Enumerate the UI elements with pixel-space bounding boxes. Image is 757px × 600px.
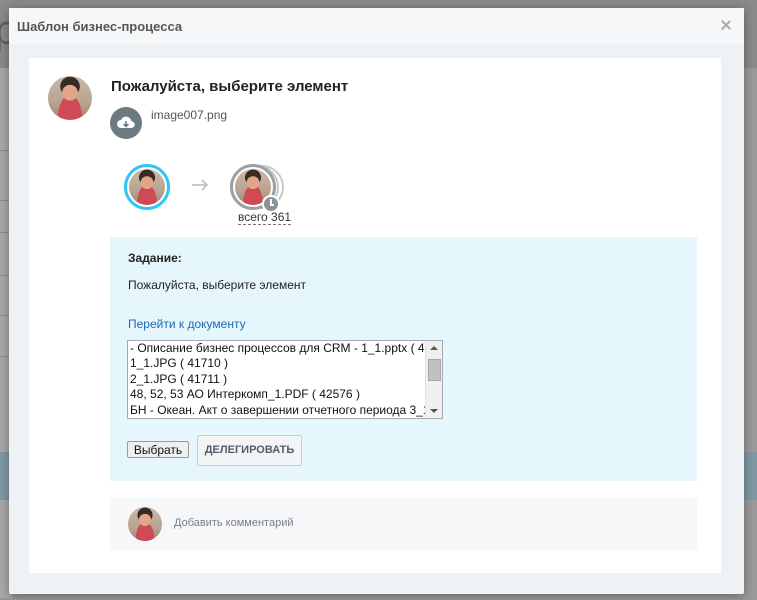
cloud-download-icon[interactable] [110,107,142,139]
attached-file-name[interactable]: image007.png [151,108,227,122]
list-option[interactable]: 48, 52, 53 АО Интеркомп_1.PDF ( 42576 ) [130,387,426,402]
task-card: Пожалуйста, выберите элемент image007.pn… [29,58,721,573]
scroll-down-arrow-icon[interactable] [430,409,438,413]
list-scrollbar[interactable] [425,341,442,418]
close-icon[interactable] [720,19,732,31]
current-user-avatar [128,507,162,541]
scroll-up-arrow-icon[interactable] [430,346,438,350]
assignment-label: Задание: [128,251,182,265]
sender-avatar-ring [124,164,170,210]
list-option[interactable]: - Описание бизнес процессов для CRM - 1_… [130,341,426,356]
comment-bar: Добавить комментарий [110,498,697,550]
list-option[interactable]: 2_1.JPG ( 41711 ) [130,372,426,387]
scrollbar-thumb[interactable] [428,359,441,381]
total-recipients-link[interactable]: всего 361 [238,211,292,225]
task-panel: Задание: Пожалуйста, выберите элемент Пе… [110,237,697,481]
dialog-header: Шаблон бизнес-процесса [9,8,744,44]
add-comment-input[interactable]: Добавить комментарий [174,517,293,529]
task-title: Пожалуйста, выберите элемент [111,78,349,95]
list-items: - Описание бизнес процессов для CRM - 1_… [130,341,426,418]
go-to-document-link[interactable]: Перейти к документу [128,317,246,331]
list-option[interactable]: БН - Океан. Акт о завершении отчетного п… [130,403,426,418]
sender-avatar [129,169,165,205]
delegate-button[interactable]: ДЕЛЕГИРОВАТЬ [197,435,302,466]
recipients-stack[interactable] [230,164,290,216]
business-process-dialog: Шаблон бизнес-процесса Пожалуйста, выбер… [9,8,744,594]
list-option[interactable]: 1_1.JPG ( 41710 ) [130,356,426,371]
element-select-list[interactable]: - Описание бизнес процессов для CRM - 1_… [127,340,443,419]
author-avatar [48,76,92,120]
select-button[interactable]: Выбрать [127,441,189,458]
arrow-right-icon [192,179,209,191]
dialog-title: Шаблон бизнес-процесса [17,19,183,34]
assignment-text: Пожалуйста, выберите элемент [128,278,307,292]
